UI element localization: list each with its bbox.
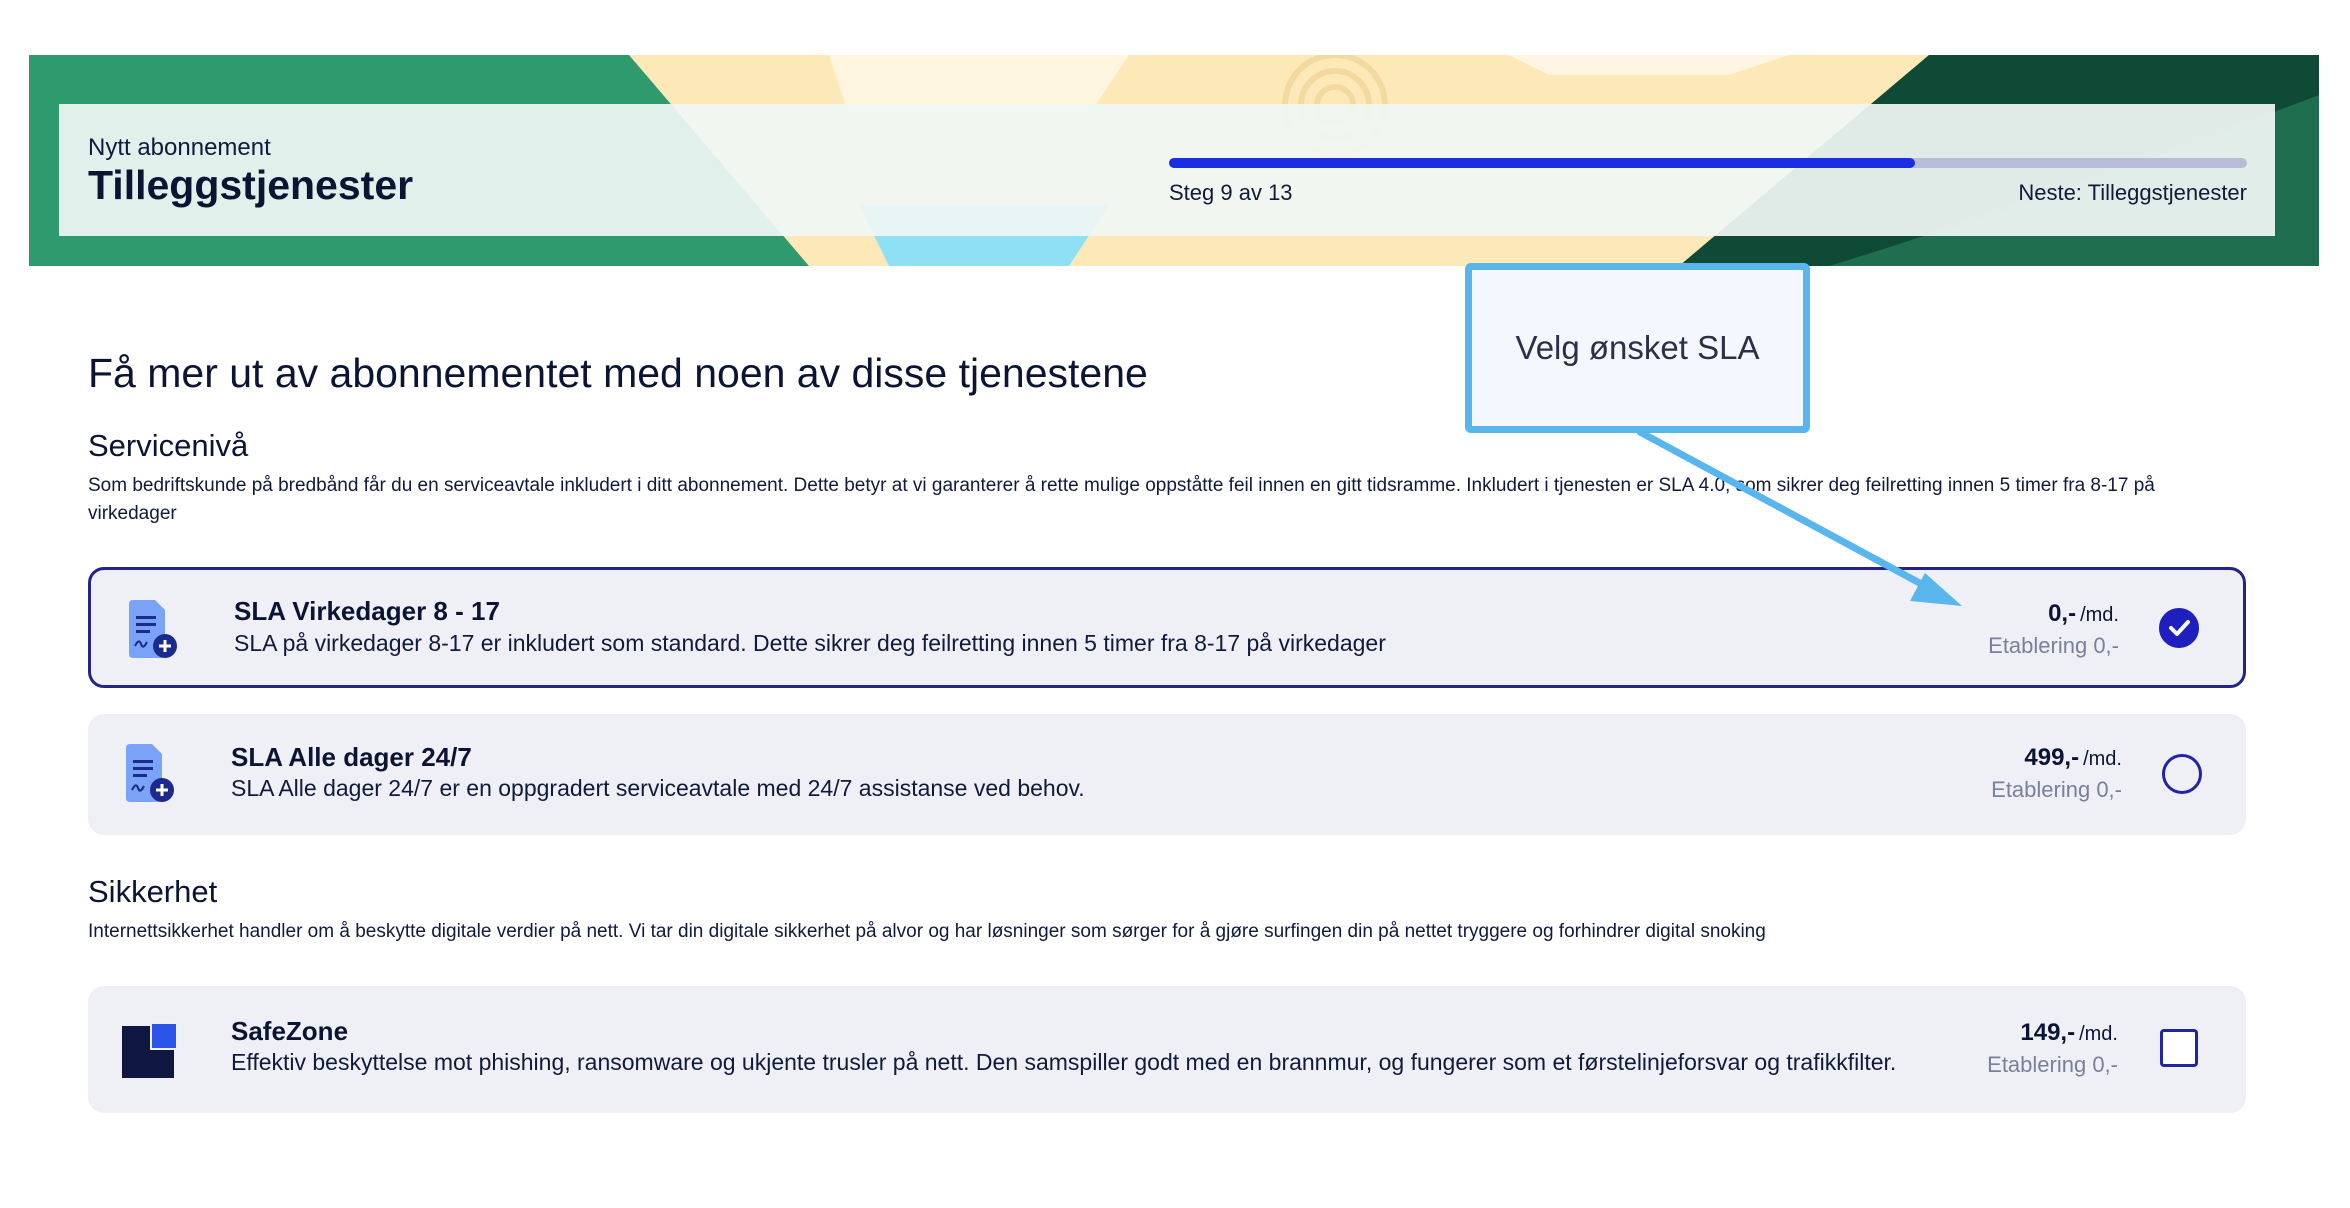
page-eyebrow: Nytt abonnement (88, 134, 271, 161)
checkmark-icon (2169, 620, 2190, 636)
section-description-servicelevel: Som bedriftskunde på bredbånd får du en … (88, 475, 2155, 524)
header-card: Nytt abonnement Tilleggstjenester Steg 9… (59, 104, 2275, 236)
page-title: Tilleggstjenester (88, 162, 414, 208)
price-unit: /md. (2079, 1023, 2118, 1045)
option-setup-fee: Etablering 0,- (1987, 1052, 2118, 1077)
option-title: SLA Virkedager 8 - 17 (234, 596, 500, 626)
progress-fill (1169, 158, 1915, 168)
option-description: SLA Alle dager 24/7 er en oppgradert ser… (231, 775, 1085, 801)
option-sla-virkedager[interactable]: SLA Virkedager 8 - 17 SLA på virkedager … (88, 567, 2246, 688)
next-step-label: Neste: Tilleggstjenester (2018, 180, 2247, 205)
sla-virkedager-radio[interactable] (2159, 608, 2199, 648)
option-setup-fee: Etablering 0,- (1988, 633, 2119, 658)
option-setup-fee: Etablering 0,- (1991, 777, 2122, 802)
callout-text: Velg ønsket SLA (1515, 329, 1760, 366)
document-plus-icon (129, 600, 177, 658)
safezone-checkbox[interactable] (2160, 1029, 2198, 1067)
option-price: 149,-/md. (2020, 1019, 2118, 1047)
safezone-logo-icon (122, 1022, 178, 1078)
section-title-servicelevel: Servicenivå (88, 428, 249, 463)
price-unit: /md. (2080, 604, 2119, 626)
main-heading: Få mer ut av abonnementet med noen av di… (88, 350, 1148, 396)
price-value: 149,- (2020, 1019, 2076, 1046)
sla-alle-dager-radio[interactable] (2162, 754, 2202, 794)
option-price: 499,-/md. (2024, 744, 2122, 772)
option-price: 0,-/md. (2048, 600, 2119, 628)
step-indicator: Steg 9 av 13 (1169, 180, 1293, 205)
option-sla-alle-dager[interactable]: SLA Alle dager 24/7 SLA Alle dager 24/7 … (88, 714, 2246, 835)
tooltip-callout: Velg ønsket SLA (1465, 263, 1810, 433)
option-description: SLA på virkedager 8-17 er inkludert som … (234, 630, 1386, 656)
option-safezone[interactable]: SafeZone Effektiv beskyttelse mot phishi… (88, 986, 2246, 1113)
option-description: Effektiv beskyttelse mot phishing, ranso… (231, 1049, 1897, 1075)
section-description-security: Internettsikkerhet handler om å beskytte… (88, 921, 1766, 942)
progress-bar (1169, 158, 2247, 168)
price-value: 499,- (2024, 744, 2080, 771)
price-value: 0,- (2048, 600, 2077, 627)
section-title-security: Sikkerhet (88, 874, 218, 909)
document-plus-icon (126, 744, 174, 802)
price-unit: /md. (2083, 748, 2122, 770)
option-title: SafeZone (231, 1016, 349, 1046)
option-title: SLA Alle dager 24/7 (231, 742, 472, 772)
